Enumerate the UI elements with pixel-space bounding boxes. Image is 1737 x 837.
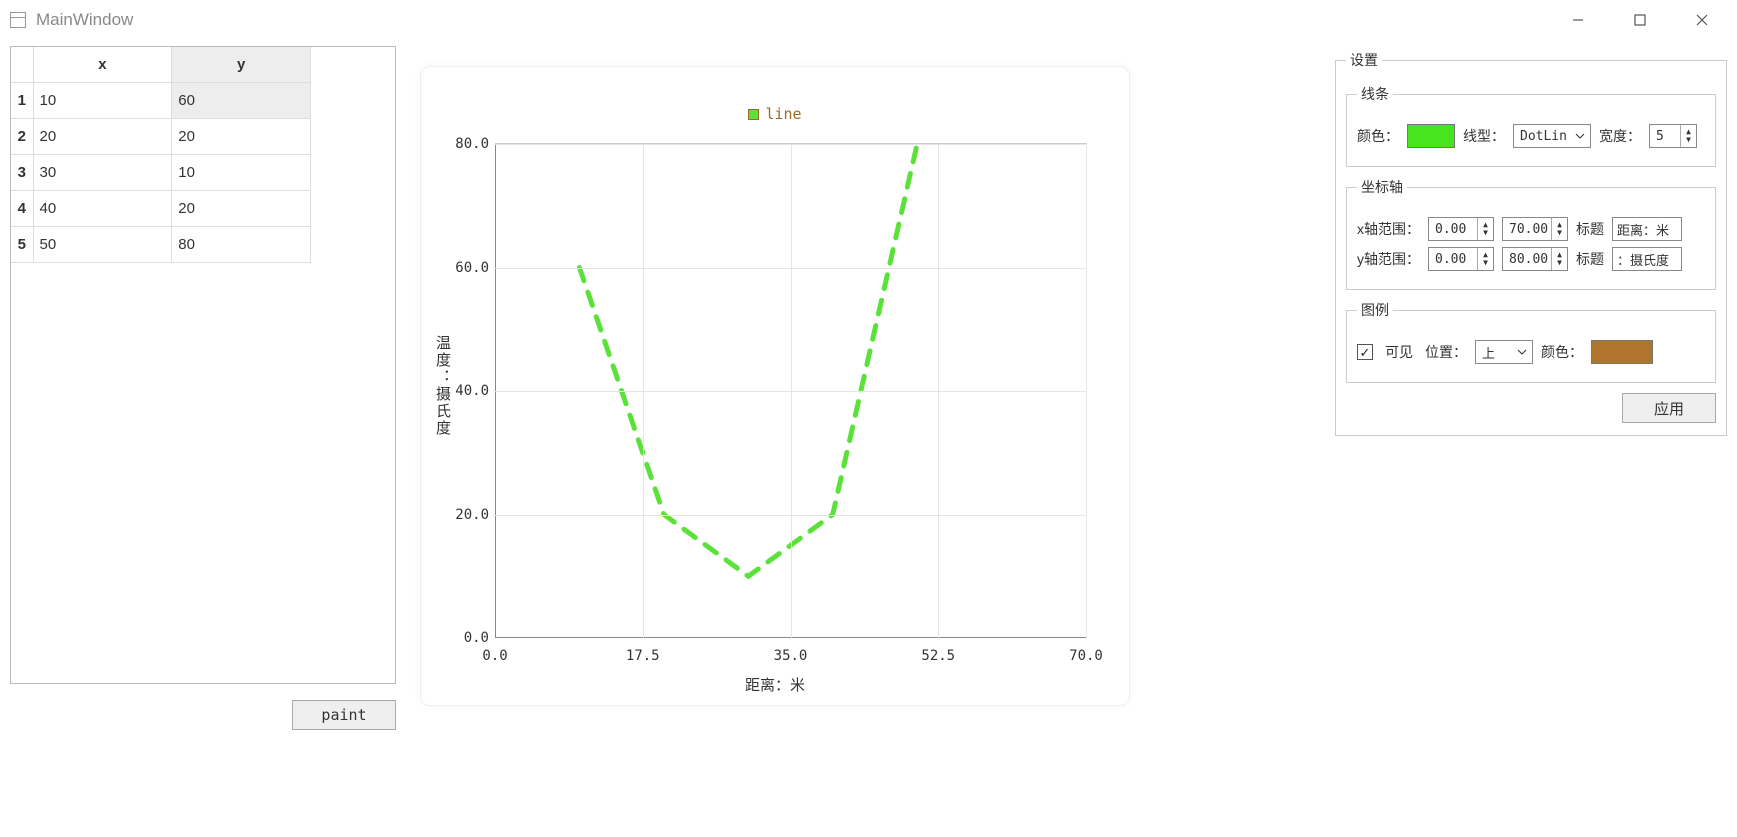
y-title-label: 标题 <box>1576 249 1604 269</box>
legend-series-label: line <box>765 105 801 123</box>
chart-x-tick: 35.0 <box>774 648 808 664</box>
spin-arrows-icon: ▲▼ <box>1477 248 1493 270</box>
legend-position-combo[interactable]: 上 <box>1475 340 1533 364</box>
legend-swatch-icon <box>748 109 759 120</box>
table-row[interactable]: 11060 <box>11 83 311 119</box>
settings-group-title: 设置 <box>1346 50 1382 70</box>
line-color-label: 颜色： <box>1357 126 1399 146</box>
line-width-label: 宽度： <box>1599 126 1641 146</box>
line-color-picker[interactable] <box>1407 124 1455 148</box>
chevron-down-icon <box>1572 131 1588 141</box>
spin-arrows-icon: ▲▼ <box>1680 125 1696 147</box>
table-row-header[interactable]: 3 <box>11 155 33 191</box>
line-style-label: 线型： <box>1463 126 1505 146</box>
chart-plot-area: 0.017.535.052.570.00.020.040.060.080.0 <box>495 143 1087 638</box>
table-row-header[interactable]: 4 <box>11 191 33 227</box>
table-cell-x[interactable]: 20 <box>33 119 172 155</box>
x-min-spin[interactable]: 0.00 ▲▼ <box>1428 217 1494 241</box>
line-width-spin[interactable]: 5 ▲▼ <box>1649 124 1697 148</box>
table-cell-x[interactable]: 50 <box>33 227 172 263</box>
y-title-value: ：摄氏度 <box>1617 250 1669 269</box>
spin-arrows-icon: ▲▼ <box>1551 218 1567 240</box>
chart-x-tick: 70.0 <box>1069 648 1103 664</box>
legend-color-label: 颜色： <box>1541 342 1583 362</box>
apply-button[interactable]: 应用 <box>1622 393 1716 423</box>
chart-y-tick: 80.0 <box>447 136 489 152</box>
table-cell-x[interactable]: 40 <box>33 191 172 227</box>
paint-button[interactable]: paint <box>292 700 396 730</box>
spin-arrows-icon: ▲▼ <box>1477 218 1493 240</box>
chart-x-tick: 0.0 <box>482 648 507 664</box>
axis-settings-title: 坐标轴 <box>1357 177 1407 197</box>
chart-x-tick: 52.5 <box>921 648 955 664</box>
window-minimize-button[interactable] <box>1555 5 1601 35</box>
y-max-spin[interactable]: 80.00 ▲▼ <box>1502 247 1568 271</box>
y-max-value: 80.00 <box>1509 252 1551 267</box>
table-cell-y[interactable]: 60 <box>172 83 311 119</box>
data-table-container: x y 1106022020330104402055080 <box>10 46 396 684</box>
table-cell-x[interactable]: 10 <box>33 83 172 119</box>
y-min-value: 0.00 <box>1435 252 1477 267</box>
line-width-value: 5 <box>1656 129 1680 144</box>
window-close-button[interactable] <box>1679 5 1725 35</box>
y-range-label: y轴范围： <box>1357 249 1420 269</box>
y-min-spin[interactable]: 0.00 ▲▼ <box>1428 247 1494 271</box>
legend-visible-checkbox[interactable] <box>1357 344 1373 360</box>
table-row-header[interactable]: 5 <box>11 227 33 263</box>
chart-x-axis-label: 距离：米 <box>421 674 1129 695</box>
app-icon <box>10 12 26 28</box>
chevron-down-icon <box>1514 347 1530 357</box>
x-max-value: 70.00 <box>1509 222 1551 237</box>
data-table[interactable]: x y 1106022020330104402055080 <box>11 47 311 263</box>
table-cell-y[interactable]: 10 <box>172 155 311 191</box>
x-title-value: 距离：米 <box>1617 220 1669 239</box>
legend-position-value: 上 <box>1482 343 1495 362</box>
line-settings-group: 线条 颜色： 线型： DotLin 宽度： 5 ▲▼ <box>1346 84 1716 167</box>
window-titlebar: MainWindow <box>0 0 1737 40</box>
settings-group: 设置 线条 颜色： 线型： DotLin 宽度： 5 ▲▼ <box>1335 50 1727 436</box>
legend-settings-title: 图例 <box>1357 300 1393 320</box>
line-style-combo[interactable]: DotLin <box>1513 124 1591 148</box>
x-title-label: 标题 <box>1576 219 1604 239</box>
chart-y-tick: 40.0 <box>447 383 489 399</box>
x-min-value: 0.00 <box>1435 222 1477 237</box>
line-style-value: DotLin <box>1520 129 1567 144</box>
table-row[interactable]: 22020 <box>11 119 311 155</box>
axis-settings-group: 坐标轴 x轴范围： 0.00 ▲▼ 70.00 ▲▼ 标题 距离：米 <box>1346 177 1716 290</box>
chart-y-tick: 0.0 <box>447 630 489 646</box>
table-row[interactable]: 55080 <box>11 227 311 263</box>
chart-y-tick: 20.0 <box>447 507 489 523</box>
table-header-y[interactable]: y <box>172 47 311 83</box>
chart-card: line 温度：摄氏度 0.017.535.052.570.00.020.040… <box>420 66 1130 706</box>
table-cell-y[interactable]: 20 <box>172 119 311 155</box>
x-title-input[interactable]: 距离：米 <box>1612 217 1682 241</box>
table-cell-y[interactable]: 20 <box>172 191 311 227</box>
table-row-header[interactable]: 1 <box>11 83 33 119</box>
window-title: MainWindow <box>36 10 133 30</box>
window-maximize-button[interactable] <box>1617 5 1663 35</box>
table-cell-x[interactable]: 30 <box>33 155 172 191</box>
table-row[interactable]: 44020 <box>11 191 311 227</box>
x-max-spin[interactable]: 70.00 ▲▼ <box>1502 217 1568 241</box>
table-header-x[interactable]: x <box>33 47 172 83</box>
x-range-label: x轴范围： <box>1357 219 1420 239</box>
chart-legend: line <box>421 105 1129 123</box>
chart-y-tick: 60.0 <box>447 260 489 276</box>
legend-settings-group: 图例 可见 位置： 上 颜色： <box>1346 300 1716 383</box>
y-title-input[interactable]: ：摄氏度 <box>1612 247 1682 271</box>
legend-visible-label: 可见 <box>1385 342 1413 362</box>
legend-position-label: 位置： <box>1425 342 1467 362</box>
chart-x-tick: 17.5 <box>626 648 660 664</box>
table-row[interactable]: 33010 <box>11 155 311 191</box>
table-corner <box>11 47 33 83</box>
line-settings-title: 线条 <box>1357 84 1393 104</box>
spin-arrows-icon: ▲▼ <box>1551 248 1567 270</box>
table-row-header[interactable]: 2 <box>11 119 33 155</box>
legend-color-picker[interactable] <box>1591 340 1653 364</box>
table-cell-y[interactable]: 80 <box>172 227 311 263</box>
